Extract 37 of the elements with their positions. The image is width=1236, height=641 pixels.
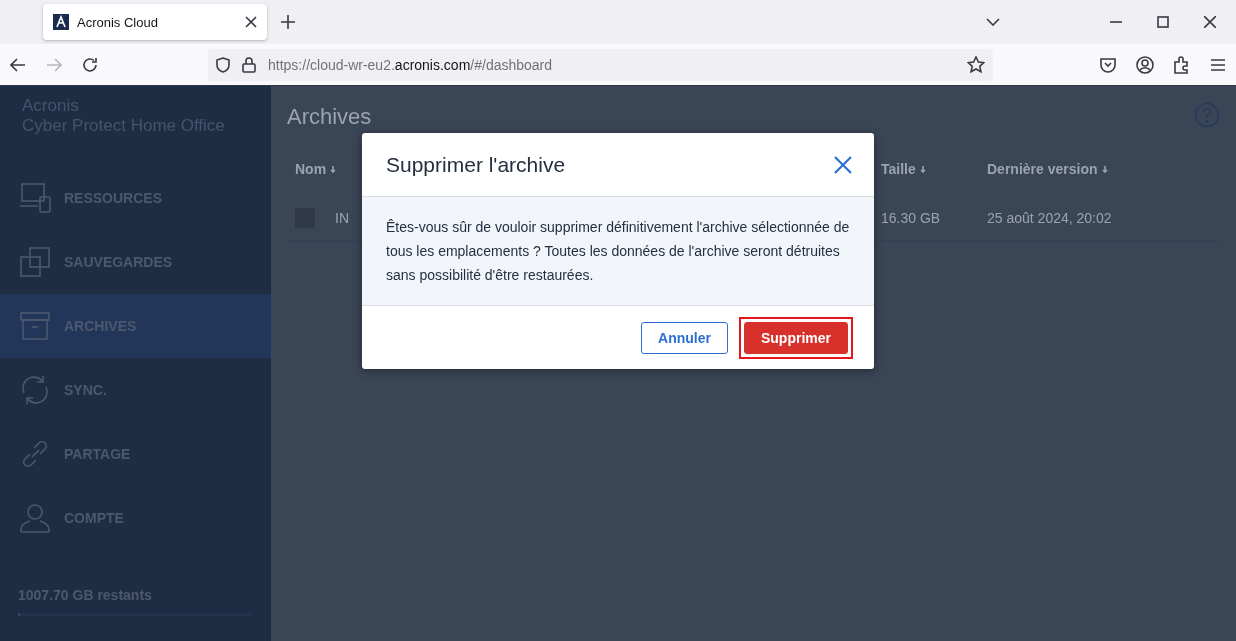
- sort-icon: [330, 165, 337, 173]
- cancel-button[interactable]: Annuler: [641, 321, 728, 354]
- back-icon[interactable]: [10, 57, 26, 72]
- puzzle-icon[interactable]: [1174, 55, 1190, 74]
- column-header[interactable]: Taille: [881, 161, 916, 177]
- star-icon[interactable]: [967, 55, 985, 74]
- close-icon: [834, 155, 852, 174]
- browser-tab[interactable]: Acronis Cloud: [43, 4, 267, 40]
- account-icon[interactable]: [1136, 55, 1154, 74]
- lock-icon: [242, 56, 256, 73]
- dialog-title: Supprimer l'archive: [386, 152, 566, 177]
- column-header[interactable]: Dernière version: [987, 161, 1098, 177]
- delete-button[interactable]: Supprimer: [744, 321, 848, 354]
- table-cell-text: 25 août 2024, 20:02: [987, 210, 1113, 226]
- a-logo-icon: [53, 14, 69, 30]
- menu-icon[interactable]: [1210, 57, 1226, 72]
- new-tab-icon[interactable]: [281, 15, 295, 29]
- user-icon: [18, 501, 52, 535]
- sort-icon: [1101, 165, 1108, 173]
- table-cell: IN: [335, 210, 349, 226]
- maximize-icon[interactable]: [1157, 16, 1169, 28]
- archive-icon: [18, 309, 52, 343]
- close-button[interactable]: [834, 155, 852, 174]
- pocket-icon[interactable]: [1100, 56, 1116, 73]
- tab-list-chevron-icon[interactable]: [986, 18, 1000, 26]
- column-header[interactable]: Nom: [295, 161, 327, 177]
- devices-icon: [18, 181, 52, 215]
- reload-icon[interactable]: [82, 56, 98, 73]
- sort-icon: [919, 165, 926, 173]
- copies-icon: [18, 245, 52, 279]
- close-tab-icon[interactable]: [245, 16, 257, 28]
- page-title: Archives: [287, 104, 372, 130]
- dialog-message: Êtes-vous sûr de vouloir supprimer définitivement l'archive sélectionnée de tous les emplacements ? Toutes les données de l'archive seront détruites sans possibilité d'être restaurées.: [362, 197, 874, 306]
- close-window-icon[interactable]: [1204, 16, 1216, 28]
- table-cell-text: 16.30 GB: [881, 210, 942, 226]
- address-bar[interactable]: https://cloud-wr-eu2.acronis.com/#/dashboard: [208, 48, 993, 81]
- shield-icon: [216, 56, 230, 73]
